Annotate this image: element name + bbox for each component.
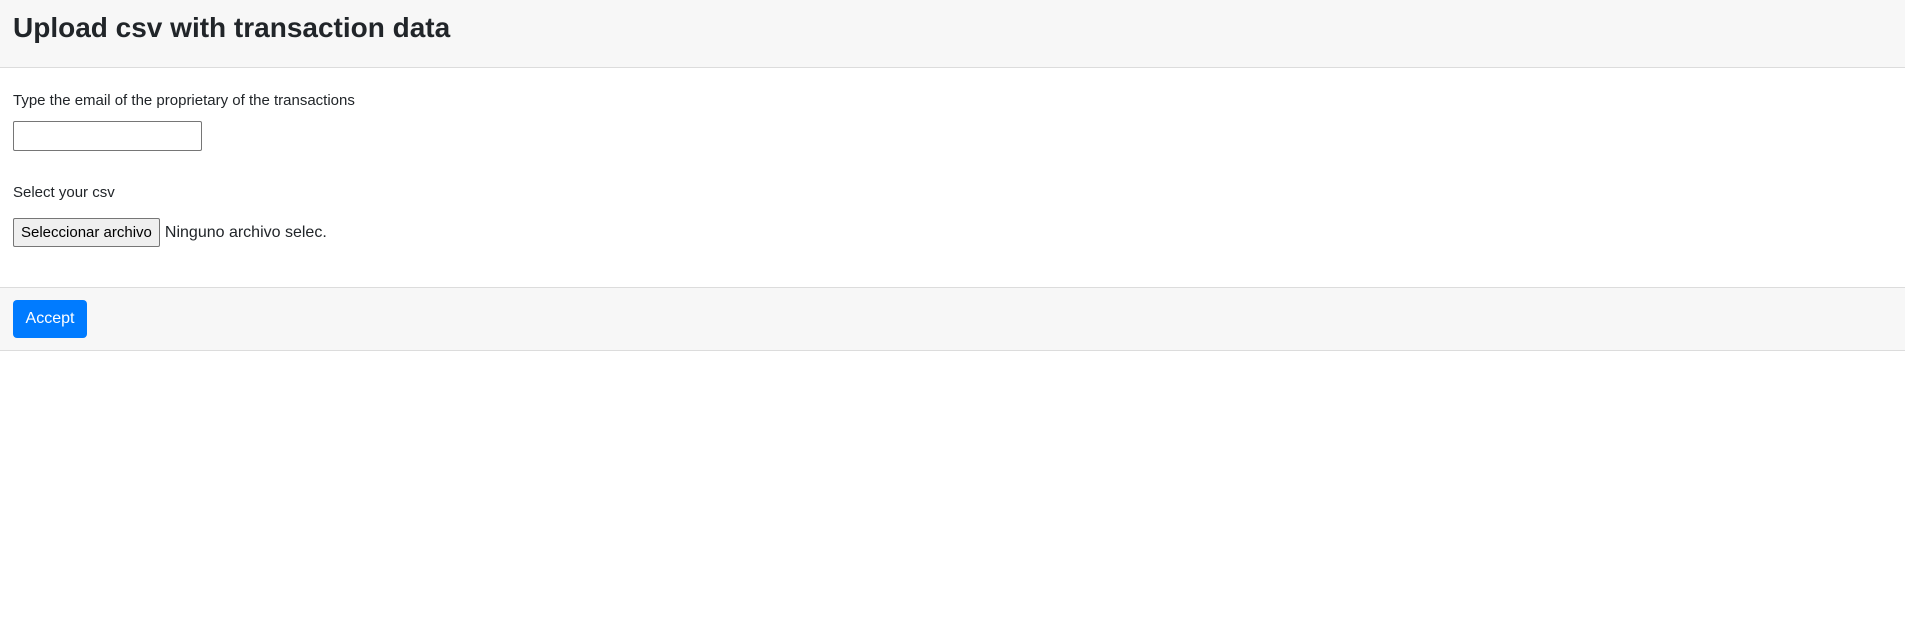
email-label: Type the email of the proprietary of the… <box>13 92 355 109</box>
accept-button[interactable]: Accept <box>13 300 87 338</box>
csv-file-picker[interactable]: Seleccionar archivo Ninguno archivo sele… <box>13 218 327 247</box>
page-title: Upload csv with transaction data <box>13 12 451 43</box>
card-footer: Accept <box>0 287 1905 351</box>
card-header: Upload csv with transaction data <box>0 0 1905 68</box>
choose-file-button[interactable]: Seleccionar archivo <box>13 218 160 247</box>
upload-form: Type the email of the proprietary of the… <box>0 68 1905 287</box>
email-input[interactable] <box>13 121 202 151</box>
file-status-text: Ninguno archivo selec. <box>164 223 327 241</box>
csv-label: Select your csv <box>13 184 115 201</box>
